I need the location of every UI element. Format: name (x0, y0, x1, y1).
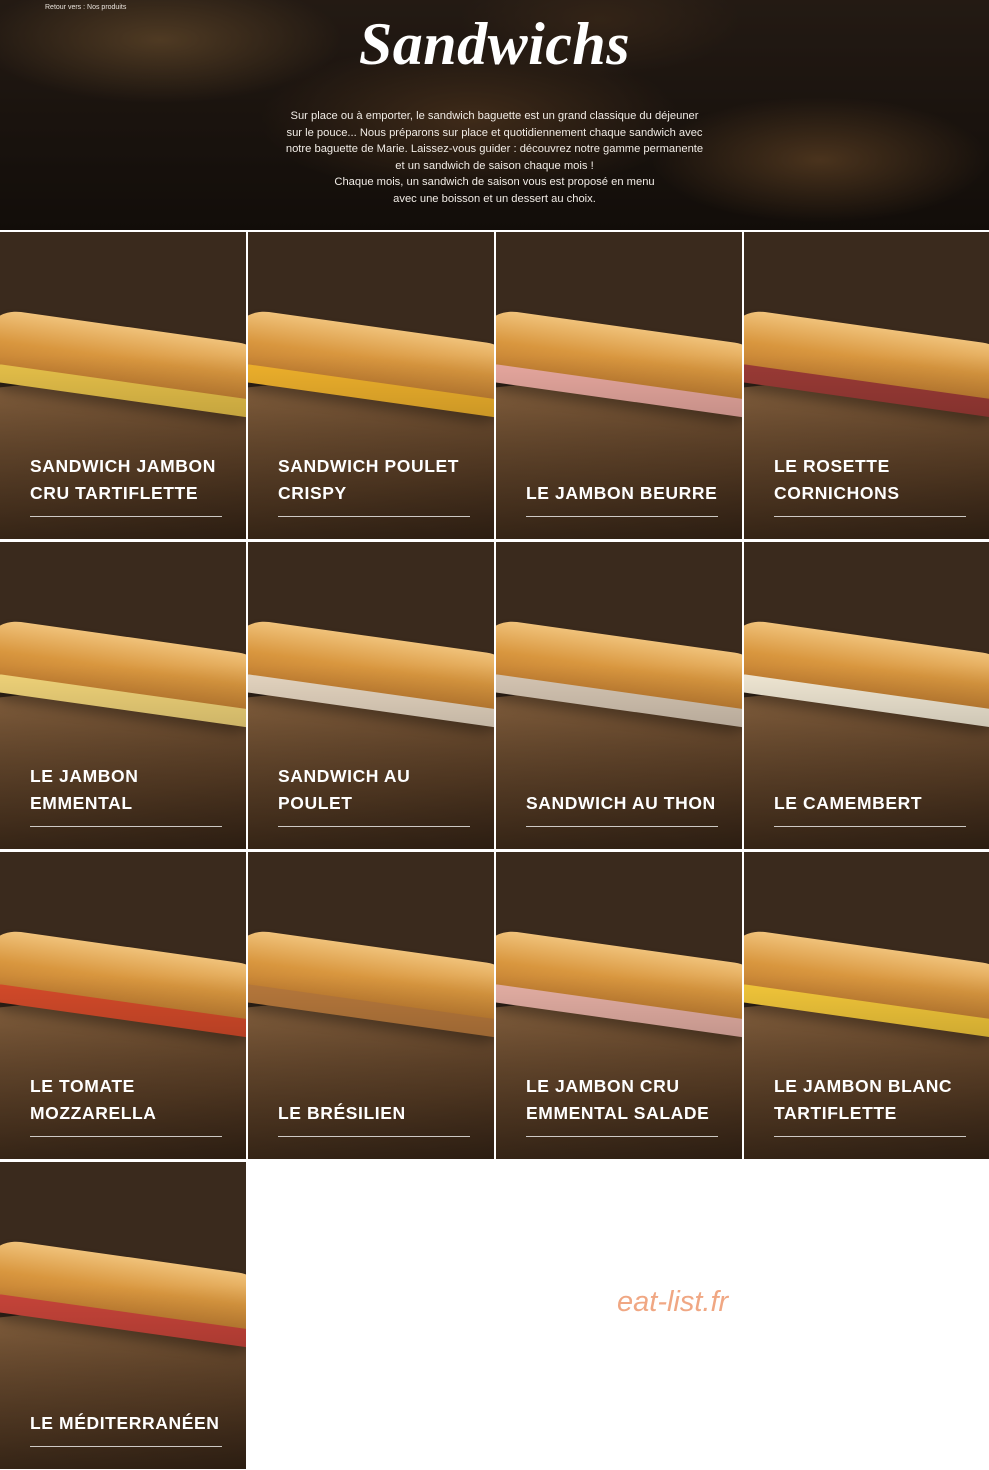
hero-description-line: et un sandwich de saison chaque mois ! (395, 159, 594, 172)
product-name: Sandwich poulet crispy (278, 456, 460, 503)
product-name: Sandwich au poulet (278, 766, 411, 813)
product-name: Le jambon cru emmental salade (526, 1076, 710, 1123)
product-name: Sandwich Jambon cru tartiflette (30, 456, 216, 503)
product-card[interactable]: Le rosette cornichons (744, 232, 989, 539)
product-underline (30, 826, 222, 827)
product-card[interactable]: Sandwich au thon (496, 542, 742, 849)
hero-banner: Retour vers : Nos produits Sandwichs Sur… (0, 0, 989, 230)
product-card[interactable]: Le brésilien (248, 852, 494, 1159)
product-card[interactable]: Le camembert (744, 542, 989, 849)
product-underline (30, 1136, 222, 1137)
product-underline (774, 1136, 966, 1137)
product-card[interactable]: Sandwich au poulet (248, 542, 494, 849)
product-name: Le jambon blanc tartiflette (774, 1076, 953, 1123)
product-name: Le tomate mozzarella (30, 1076, 157, 1123)
product-card[interactable]: Le jambon cru emmental salade (496, 852, 742, 1159)
product-name: Le jambon emmental (30, 766, 139, 813)
product-grid: Sandwich Jambon cru tartiflette Sandwich … (0, 232, 989, 1469)
product-name: Le méditerranéen (30, 1412, 220, 1433)
product-card[interactable]: Sandwich poulet crispy (248, 232, 494, 539)
product-name: Le brésilien (278, 1102, 406, 1123)
product-underline (774, 826, 966, 827)
hero-description: Sur place ou à emporter, le sandwich bag… (240, 108, 749, 208)
product-card[interactable]: Sandwich Jambon cru tartiflette (0, 232, 246, 539)
hero-description-line: Chaque mois, un sandwich de saison vous … (334, 176, 655, 189)
hero-description-line: Sur place ou à emporter, le sandwich bag… (290, 110, 699, 122)
hero-description-line: avec une boisson et un dessert au choix. (393, 192, 596, 205)
product-name: Sandwich au thon (526, 792, 716, 813)
product-name: Le jambon beurre (526, 482, 718, 503)
product-underline (30, 516, 222, 517)
product-card[interactable]: Le jambon blanc tartiflette (744, 852, 989, 1159)
watermark: eat-list.fr (617, 1286, 729, 1318)
product-card[interactable]: Le jambon emmental (0, 542, 246, 849)
product-name: Le camembert (774, 792, 923, 813)
product-underline (774, 516, 966, 517)
page-title: Sandwichs (358, 11, 631, 77)
product-underline (30, 1446, 222, 1447)
product-card[interactable]: Le tomate mozzarella (0, 852, 246, 1159)
product-card[interactable]: Le jambon beurre (496, 232, 742, 539)
product-card[interactable]: Le méditerranéen (0, 1162, 246, 1469)
product-underline (278, 1136, 470, 1137)
product-underline (278, 826, 470, 827)
product-underline (526, 826, 718, 827)
product-name: Le rosette cornichons (774, 456, 900, 503)
product-underline (526, 1136, 718, 1137)
hero-description-line: sur le pouce... Nous préparons sur place… (286, 126, 703, 139)
hero-description-line: notre baguette de Marie. Laissez-vous gu… (285, 143, 704, 156)
product-underline (278, 516, 470, 517)
product-underline (526, 516, 718, 517)
